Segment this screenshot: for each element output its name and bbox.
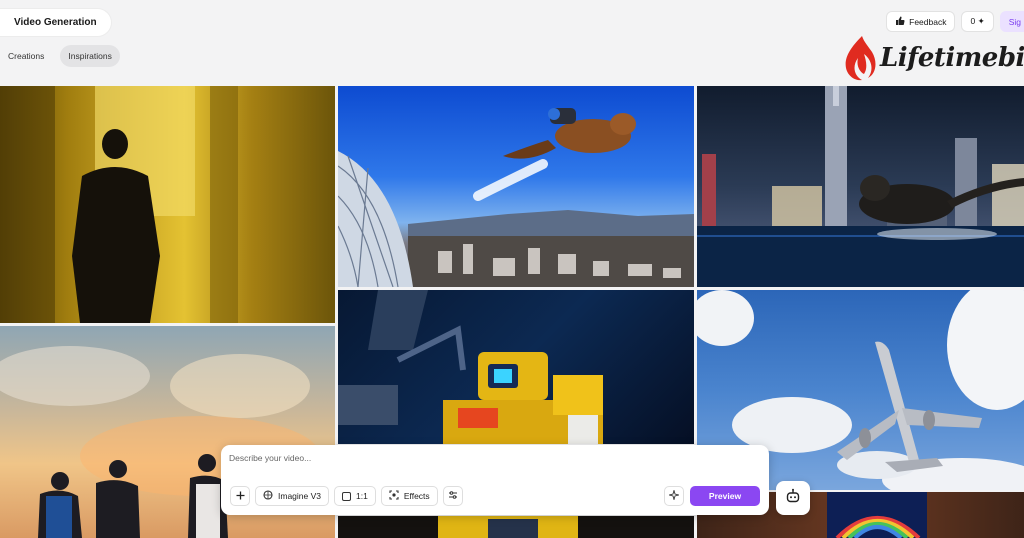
square-icon <box>342 491 351 501</box>
model-label: Imagine V3 <box>278 491 321 501</box>
model-icon <box>263 490 273 502</box>
gallery-tile-beaver-jetpack[interactable] <box>338 86 694 287</box>
feedback-button[interactable]: Feedback <box>886 11 956 32</box>
plus-icon <box>236 491 245 502</box>
settings-button[interactable] <box>442 486 463 506</box>
robot-icon <box>785 488 801 509</box>
sparkle-icon <box>667 487 681 505</box>
ratio-label: 1:1 <box>356 491 368 501</box>
logo-text: Lifetimebies <box>880 43 1024 73</box>
focus-icon <box>389 490 399 502</box>
page: Video Generation Creations Inspirations … <box>0 0 1024 538</box>
prompt-toolbar: Imagine V3 1:1 Effects <box>230 486 463 506</box>
gallery-tile-cat-water-city[interactable] <box>697 86 1024 287</box>
aspect-ratio-selector[interactable]: 1:1 <box>334 486 376 506</box>
prompt-input[interactable] <box>229 453 709 463</box>
tile-image <box>0 86 238 323</box>
prompt-actions: Preview <box>664 486 760 506</box>
model-selector[interactable]: Imagine V3 <box>255 486 329 506</box>
tile-image <box>338 108 694 287</box>
flame-logo-icon <box>845 36 876 81</box>
assistant-button[interactable] <box>776 481 810 515</box>
header-actions: Feedback 0 ✦ Sig <box>886 11 1024 32</box>
tile-image <box>438 516 578 538</box>
enhance-prompt-button[interactable] <box>664 486 684 506</box>
effects-label: Effects <box>403 491 430 501</box>
tab-bar: Creations Inspirations <box>0 45 120 67</box>
gallery-tile-robot-bottom[interactable] <box>338 516 694 538</box>
prompt-composer: Imagine V3 1:1 Effects <box>221 445 769 515</box>
feedback-label: Feedback <box>909 16 947 27</box>
tile-image <box>338 290 603 444</box>
logo: Lifetimebies <box>842 34 1024 82</box>
thumbs-up-icon <box>895 16 905 28</box>
gallery-tile-robot-lab[interactable] <box>338 290 694 444</box>
sliders-icon <box>448 490 458 502</box>
tab-creations[interactable]: Creations <box>0 45 52 67</box>
tile-image <box>697 86 1024 287</box>
effects-button[interactable]: Effects <box>380 486 438 506</box>
tab-inspirations[interactable]: Inspirations <box>60 45 120 67</box>
sign-in-button[interactable]: Sig <box>999 11 1024 32</box>
add-button[interactable] <box>230 486 250 506</box>
credits-badge[interactable]: 0 ✦ <box>961 11 994 32</box>
preview-button[interactable]: Preview <box>690 486 760 506</box>
page-title: Video Generation <box>0 9 111 36</box>
gallery-tile-man-silhouette[interactable] <box>0 86 335 323</box>
